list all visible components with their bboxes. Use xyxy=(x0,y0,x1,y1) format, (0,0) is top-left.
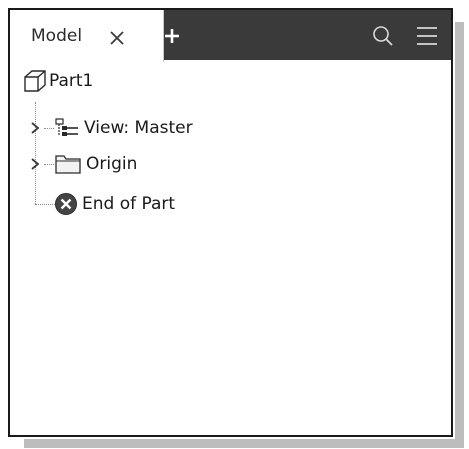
tree-root-part1[interactable]: Part1 xyxy=(23,68,93,94)
model-tree: Part1 View: Master Origin End of Part xyxy=(10,62,451,422)
tab-model[interactable]: Model xyxy=(10,10,164,62)
folder-icon xyxy=(55,155,81,174)
tab-model-label: Model xyxy=(31,26,83,46)
tree-connector-origin xyxy=(44,164,54,165)
search-icon[interactable] xyxy=(371,24,395,48)
add-tab-icon[interactable] xyxy=(162,26,182,46)
panel-shadow-right xyxy=(455,22,464,448)
close-icon[interactable] xyxy=(107,26,129,48)
panel-shadow-bottom xyxy=(24,439,464,448)
tree-connector-end xyxy=(35,204,55,205)
tree-item-view-master-label: View: Master xyxy=(84,118,193,138)
tree-item-end-of-part[interactable]: End of Part xyxy=(54,191,175,217)
tree-item-end-of-part-label: End of Part xyxy=(82,194,176,214)
model-browser-panel: Model Part1 View: Master Origin End of P… xyxy=(8,8,453,437)
tree-connector-view xyxy=(44,128,54,129)
chevron-right-icon[interactable] xyxy=(30,121,40,135)
end-of-part-icon xyxy=(55,193,77,215)
tree-connector-vertical xyxy=(35,102,36,204)
part-cube-icon xyxy=(24,70,46,92)
hamburger-menu-icon[interactable] xyxy=(415,25,439,47)
browser-tabbar: Model xyxy=(10,10,451,62)
view-rep-icon xyxy=(55,118,78,136)
tree-root-label: Part1 xyxy=(49,71,94,91)
chevron-right-icon[interactable] xyxy=(30,157,40,171)
tree-item-view-master[interactable]: View: Master xyxy=(54,115,193,141)
tree-item-origin-label: Origin xyxy=(86,154,138,174)
tree-item-origin[interactable]: Origin xyxy=(54,151,137,177)
